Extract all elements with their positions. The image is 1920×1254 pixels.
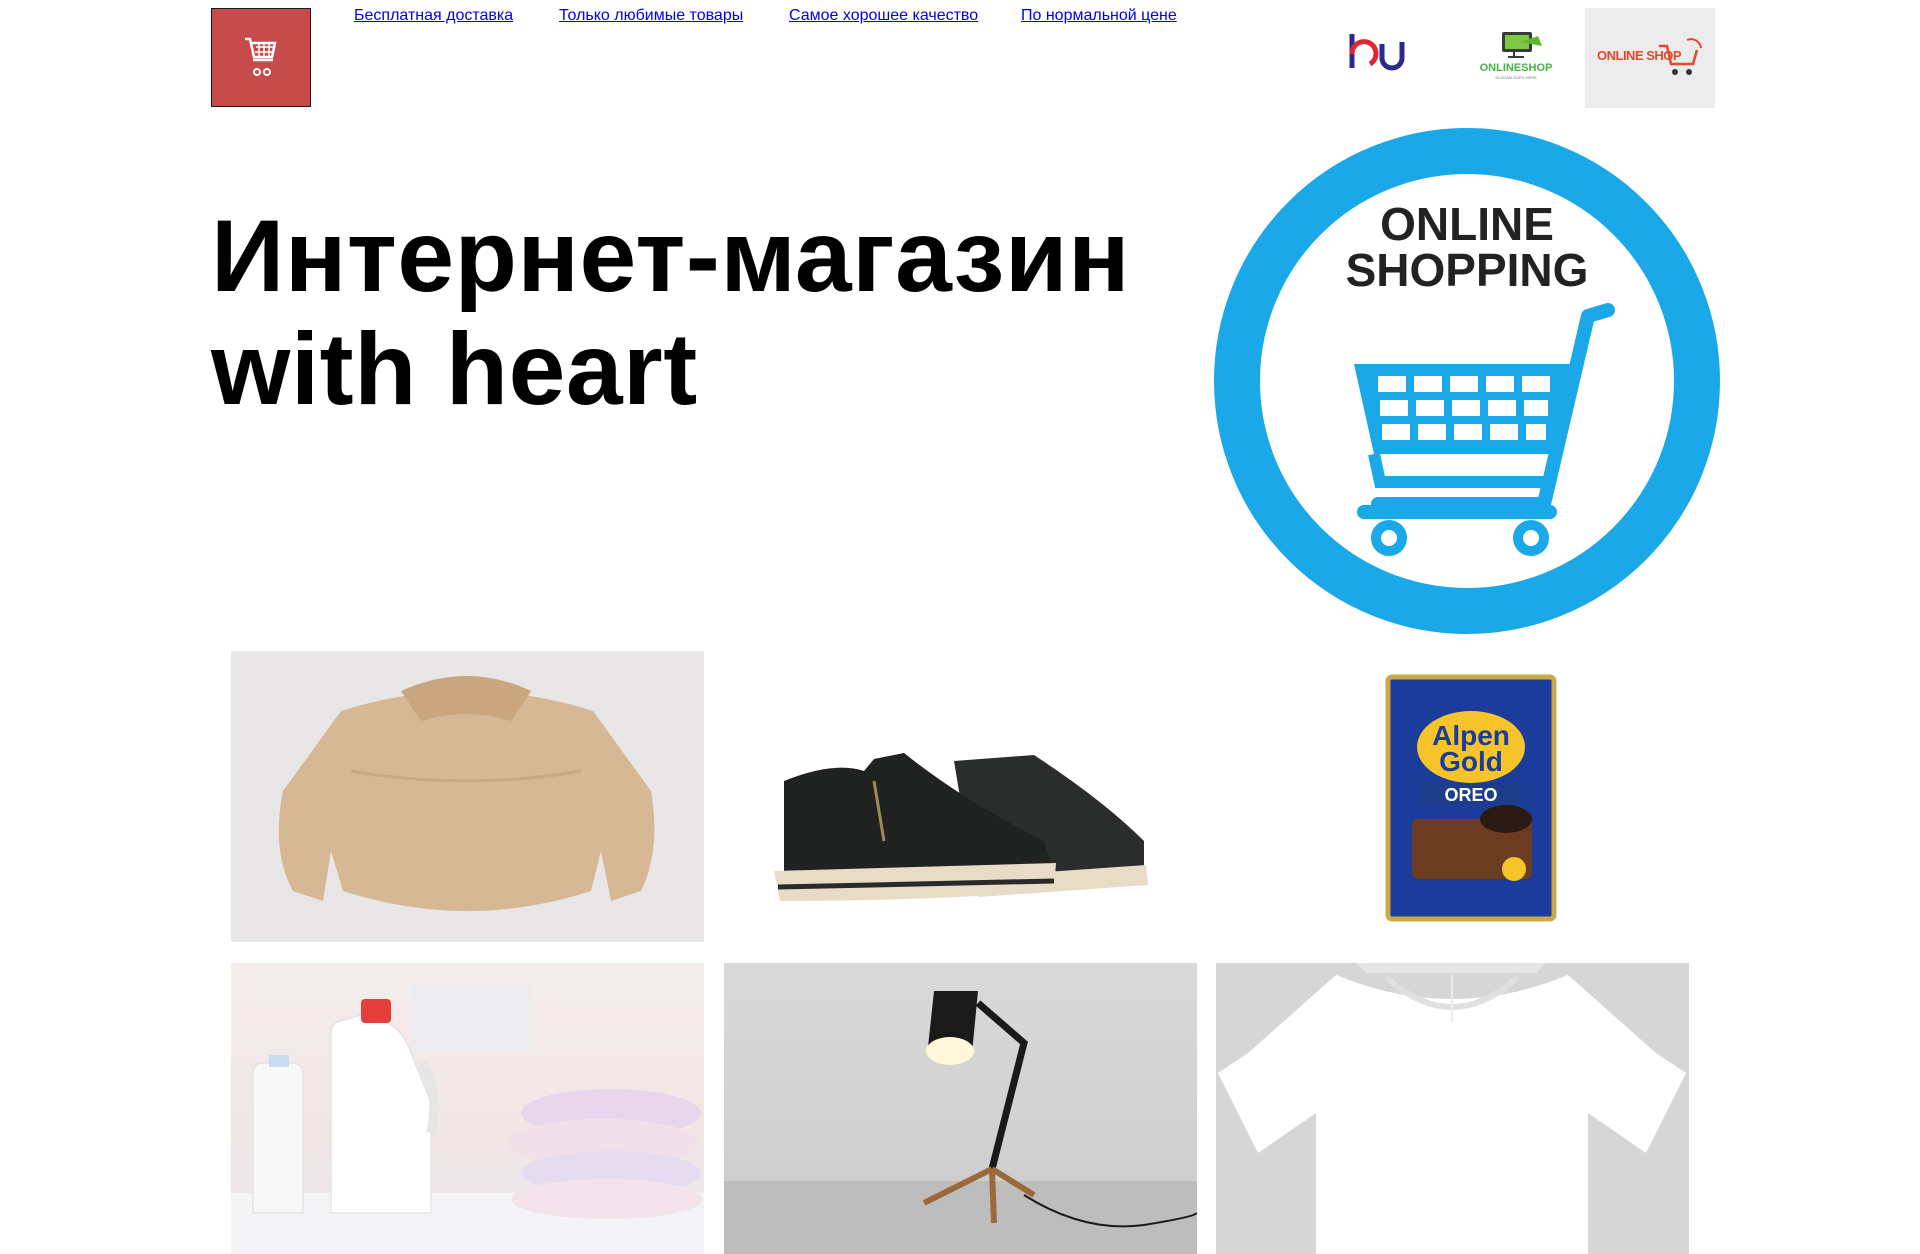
sneakers-image [774, 753, 1148, 901]
hero-title-line2: with heart [211, 312, 698, 426]
bu-logo-icon: bu [1346, 30, 1405, 71]
partner-onlineshop-name: ONLINESHOP [1479, 62, 1553, 74]
partner-logo-online-shop[interactable]: ONLINE SHOP [1585, 8, 1715, 108]
laundry-detergent-image [231, 983, 704, 1254]
chocolate-brand-line2: Gold [1439, 746, 1503, 777]
hero-title-line1: Интернет-магазин [211, 199, 1131, 313]
product-card-chocolate[interactable]: Alpen Gold OREO [1216, 651, 1689, 942]
chocolate-flavor: OREO [1444, 785, 1497, 805]
product-card-sneakers[interactable] [724, 651, 1197, 942]
sweater-image [278, 676, 655, 911]
badge-line2: SHOPPING [1346, 244, 1589, 296]
nav-link-best-quality[interactable]: Самое хорошее качество [789, 7, 978, 25]
partner-logo-onlineshop[interactable]: ONLINESHOP SLOGAN GOES HERE [1468, 30, 1564, 82]
product-card-white-t-shirt[interactable] [1216, 963, 1689, 1254]
site-logo[interactable] [211, 8, 311, 107]
partner-bu-text: bu [1346, 30, 1348, 31]
hero-title: Интернет-магазин with heart [211, 200, 1131, 426]
online-shopping-badge: ONLINE SHOPPING [1214, 128, 1720, 634]
product-card-laundry-detergent[interactable] [231, 963, 704, 1254]
shopping-cart-icon [245, 37, 277, 76]
partner-onlineshop-slogan: SLOGAN GOES HERE [1495, 75, 1537, 80]
product-card-sweater[interactable] [231, 651, 704, 942]
partner-logo-bu[interactable]: bu [1346, 30, 1412, 74]
nav-link-free-delivery[interactable]: Бесплатная доставка [354, 7, 513, 25]
nav-link-favorite-goods[interactable]: Только любимые товары [559, 7, 743, 25]
main-nav: Бесплатная доставка Только любимые товар… [354, 7, 1194, 29]
product-card-desk-lamp[interactable] [724, 963, 1197, 1254]
white-t-shirt-image [1218, 963, 1686, 1254]
badge-line1: ONLINE [1380, 198, 1554, 250]
nav-link-normal-price[interactable]: По нормальной цене [1021, 7, 1177, 25]
cart-icon [1659, 38, 1702, 75]
badge-cart-icon [1354, 303, 1615, 556]
chocolate-image: Alpen Gold OREO [1385, 674, 1557, 922]
desk-lamp-image [724, 991, 1197, 1254]
